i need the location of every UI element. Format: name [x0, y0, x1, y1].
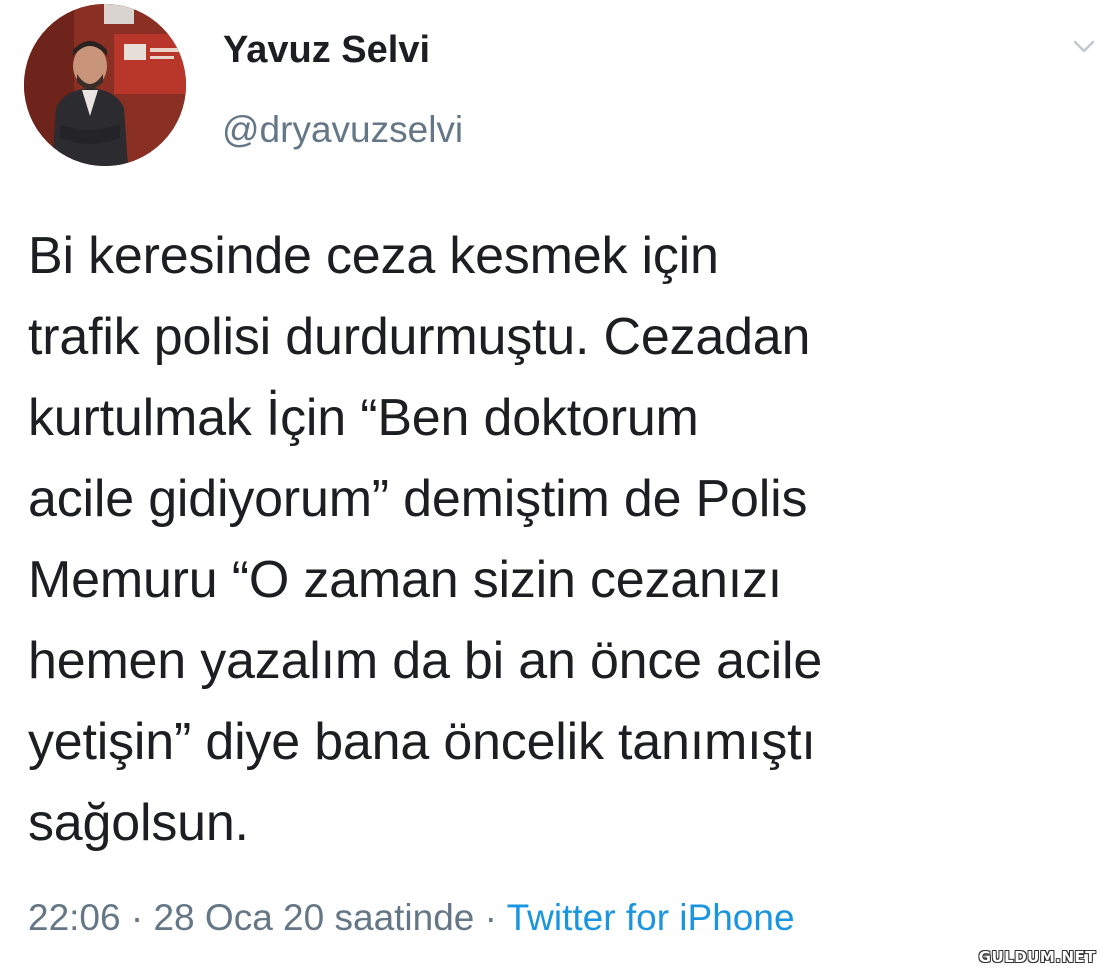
avatar-photo [24, 4, 186, 166]
tweet-card: Yavuz Selvi @dryavuzselvi Bi keresinde c… [0, 0, 1100, 968]
tweet-metadata: 22:06 · 28 Oca 20 saatinde · Twitter for… [28, 894, 795, 942]
author-handle[interactable]: @dryavuzselvi [222, 108, 463, 152]
tweet-time[interactable]: 22:06 [28, 897, 121, 938]
watermark: GULDUM.NET [978, 948, 1096, 966]
avatar[interactable] [24, 4, 186, 166]
tweet-date[interactable]: 28 Oca 20 saatinde [153, 897, 474, 938]
author-name[interactable]: Yavuz Selvi [223, 28, 430, 72]
tweet-source-link[interactable]: Twitter for iPhone [507, 897, 795, 938]
tweet-text: Bi keresinde ceza kesmek için trafik pol… [28, 227, 823, 852]
meta-separator-2: · [474, 897, 507, 938]
meta-separator: · [120, 897, 154, 938]
chevron-down-icon[interactable] [1071, 36, 1097, 56]
